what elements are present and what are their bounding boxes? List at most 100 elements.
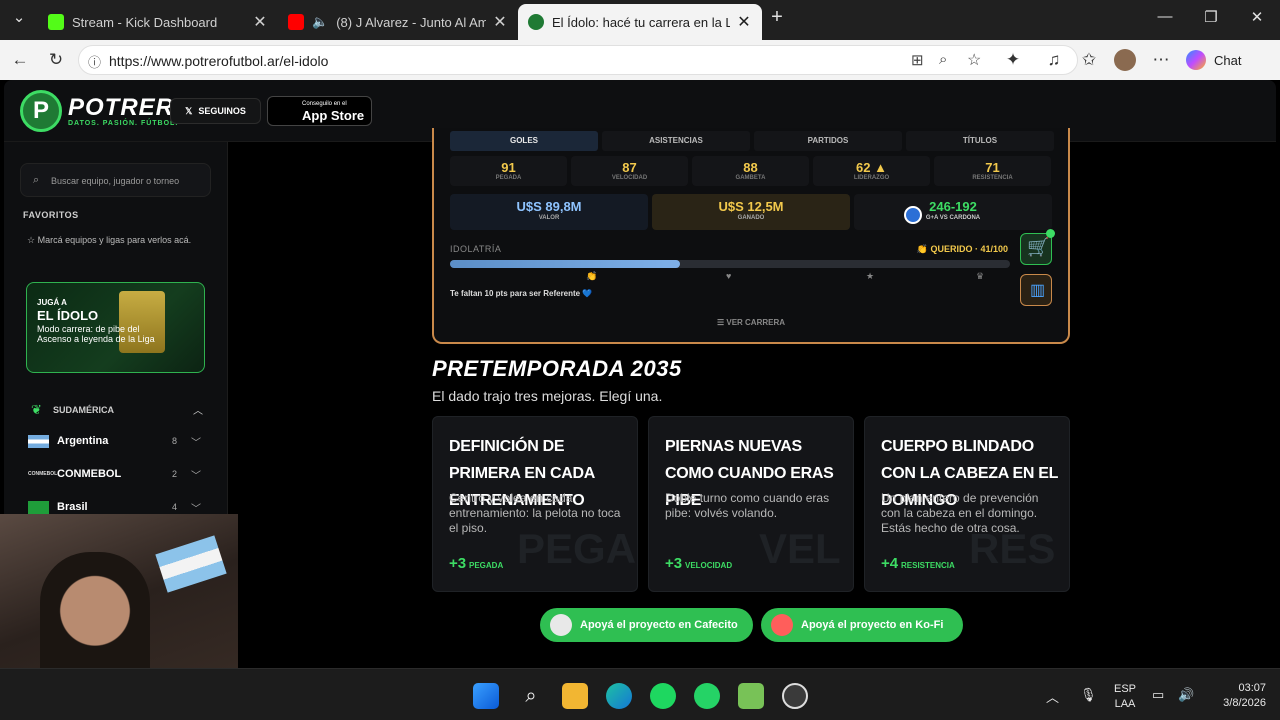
career-card: GOLES ASISTENCIAS PARTIDOS TÍTULOS 91 PEG… <box>432 128 1070 344</box>
notification-dot <box>1046 229 1055 238</box>
favorites-hint: ☆ Marcá equipos y ligas para verlos acá. <box>27 235 192 245</box>
stat-liderazgo: 62 ▲ LIDERAZGO <box>813 156 930 186</box>
start-menu-icon[interactable] <box>473 683 499 709</box>
sidebar-item-argentina[interactable]: Argentina 8 ﹀ <box>28 432 208 452</box>
milestone-heart-icon: ♥ <box>726 271 732 281</box>
potrero-logo-icon[interactable]: P <box>20 90 62 132</box>
spotify-icon[interactable] <box>650 683 676 709</box>
language-indicator[interactable]: ESP LAA <box>1110 683 1140 710</box>
preseason-title: PRETEMPORADA 2035 <box>432 356 682 381</box>
option-card-resistencia[interactable]: RES CUERPO BLINDADO CON LA CABEZA EN EL … <box>864 416 1070 592</box>
zoom-icon[interactable]: ⌕ <box>939 51 947 68</box>
tab-goles[interactable]: GOLES <box>450 131 598 151</box>
region-sudamerica[interactable]: ❦ SUDAMÉRICA ︿ <box>23 402 213 418</box>
brand-tagline: DATOS. PASIÓN. FÚTBOL. <box>68 120 179 127</box>
tab-kick[interactable]: Stream - Kick Dashboard ✕ <box>38 4 278 40</box>
favorite-star-icon[interactable]: ☆ <box>967 50 981 70</box>
option-card-velocidad[interactable]: VEL PIERNAS NUEVAS COMO CUANDO ERAS PIBE… <box>648 416 854 592</box>
cafecito-support-button[interactable]: Apoyá el proyecto en Cafecito <box>540 608 753 642</box>
conmebol-logo-icon: CONMEBOL <box>28 471 58 477</box>
chevron-down-icon: ﹀ <box>191 471 201 482</box>
browser-essentials-icon[interactable]: ♫ <box>1043 49 1065 71</box>
chevron-up-icon: ︿ <box>193 406 203 417</box>
option-card-pegada[interactable]: PEGADA DEFINICIÓN DE PRIMERA EN CADA ENT… <box>432 416 638 592</box>
milestone-trophy-icon: ♛ <box>976 271 985 281</box>
minimize-button[interactable]: — <box>1150 8 1180 25</box>
hand-icon: 👏 <box>916 244 931 254</box>
star-icon: ☆ <box>27 235 38 245</box>
site-info-icon[interactable]: ⓘ <box>88 52 101 71</box>
android-app-icon[interactable] <box>738 683 764 709</box>
more-menu-icon[interactable]: ⋯ <box>1150 49 1172 71</box>
idolatry-status: 👏 QUERIDO · 41/100 <box>916 244 1008 254</box>
whatsapp-icon[interactable] <box>694 683 720 709</box>
stat-resistencia: 71 RESISTENCIA <box>934 156 1051 186</box>
tab-asistencias[interactable]: ASISTENCIAS <box>602 131 750 151</box>
argentina-flag-icon <box>28 435 49 448</box>
tab-el-idolo[interactable]: El Ídolo: hacé tu carrera en la Liga ✕ <box>518 4 762 40</box>
continent-icon: ❦ <box>31 402 42 417</box>
url-text: https://www.potrerofutbol.ar/el-idolo <box>109 53 329 69</box>
close-tab-icon[interactable]: ✕ <box>492 12 508 32</box>
tab-youtube[interactable]: 🔈 (8) J Alvarez - Junto Al Amane ✕ <box>278 4 518 40</box>
kick-favicon-icon <box>48 14 64 30</box>
network-icon[interactable]: ▭ <box>1152 687 1164 703</box>
kofi-support-button[interactable]: Apoyá el proyecto en Ko-Fi <box>761 608 963 642</box>
cart-icon: 🛒 <box>1027 237 1050 257</box>
close-tab-icon[interactable]: ✕ <box>736 12 752 32</box>
chevron-down-icon: ﹀ <box>191 438 201 449</box>
sidebar-item-conmebol[interactable]: CONMEBOL CONMEBOL 2 ﹀ <box>28 465 208 485</box>
close-tab-icon[interactable]: ✕ <box>252 12 268 32</box>
milestone-clap-icon: 👏 <box>586 271 598 281</box>
rival-comparison: 246-192 G+A VS CARDONA <box>854 194 1052 230</box>
microphone-icon[interactable]: 🎙 <box>1080 687 1097 703</box>
speaker-icon[interactable]: 🔈 <box>312 14 328 30</box>
tab-actions-icon[interactable]: ⌄ <box>4 8 34 26</box>
refresh-icon[interactable]: ↻ <box>45 49 67 71</box>
volume-icon[interactable]: 🔊 <box>1178 687 1194 703</box>
shop-cart-button[interactable]: 🛒 <box>1020 229 1055 265</box>
follow-button[interactable]: 𝕏 SEGUINOS <box>170 98 261 124</box>
view-career-link[interactable]: ☰ VER CARRERA <box>434 318 1068 327</box>
earned-money: U$S 12,5M GANADO <box>652 194 850 230</box>
kofi-icon <box>771 614 793 636</box>
stat-velocidad: 87 VELOCIDAD <box>571 156 688 186</box>
obs-icon[interactable] <box>782 683 808 709</box>
copilot-icon <box>1186 50 1206 70</box>
copilot-chat-button[interactable]: Chat <box>1186 48 1276 72</box>
profile-avatar[interactable] <box>1114 49 1136 71</box>
new-tab-button[interactable]: + <box>762 6 792 29</box>
search-input[interactable]: ⌕ Buscar equipo, jugador o torneo <box>20 163 211 197</box>
tray-expand-icon[interactable]: ︿ <box>1046 687 1059 706</box>
edge-icon[interactable] <box>606 683 632 709</box>
restore-button[interactable]: ❐ <box>1196 8 1226 26</box>
app-available-icon[interactable]: ⊞ <box>911 51 924 69</box>
file-explorer-icon[interactable] <box>562 683 588 709</box>
favorites-icon[interactable]: ✩ <box>1078 49 1100 71</box>
address-bar[interactable]: ⓘ https://www.potrerofutbol.ar/el-idolo … <box>78 45 1078 75</box>
potrero-favicon-icon <box>528 14 544 30</box>
cafecito-icon <box>550 614 572 636</box>
x-logo-icon: 𝕏 <box>185 105 193 116</box>
tab-partidos[interactable]: PARTIDOS <box>754 131 902 151</box>
app-store-button[interactable]: Conseguilo en el App Store <box>267 96 372 126</box>
close-window-button[interactable]: ✕ <box>1242 8 1272 26</box>
rival-avatar <box>904 206 922 224</box>
trash-icon: ▥ <box>1030 282 1046 299</box>
tab-titulos[interactable]: TÍTULOS <box>906 131 1054 151</box>
browser-toolbar: ← ↻ ⓘ https://www.potrerofutbol.ar/el-id… <box>0 40 1280 80</box>
clock[interactable]: 03:07 3/8/2026 <box>1206 682 1266 709</box>
search-icon: ⌕ <box>33 174 40 186</box>
extensions-icon[interactable]: ✦ <box>1002 49 1024 71</box>
back-icon[interactable]: ← <box>9 49 31 71</box>
idolatry-progress-bar <box>450 260 1010 268</box>
argentina-flag-image <box>155 535 227 593</box>
search-taskbar-icon[interactable]: ⌕ <box>518 683 544 709</box>
favorites-heading: FAVORITOS <box>23 210 79 220</box>
idolatry-progress-fill <box>450 260 680 268</box>
el-idolo-promo-card[interactable]: JUGÁ A EL ÍDOLO Modo carrera: de pibe de… <box>26 282 205 373</box>
delete-button[interactable]: ▥ <box>1020 274 1052 306</box>
brasil-flag-icon <box>28 501 49 514</box>
preseason-subtitle: El dado trajo tres mejoras. Elegí una. <box>432 388 663 404</box>
stat-gambeta: 88 GAMBETA <box>692 156 809 186</box>
